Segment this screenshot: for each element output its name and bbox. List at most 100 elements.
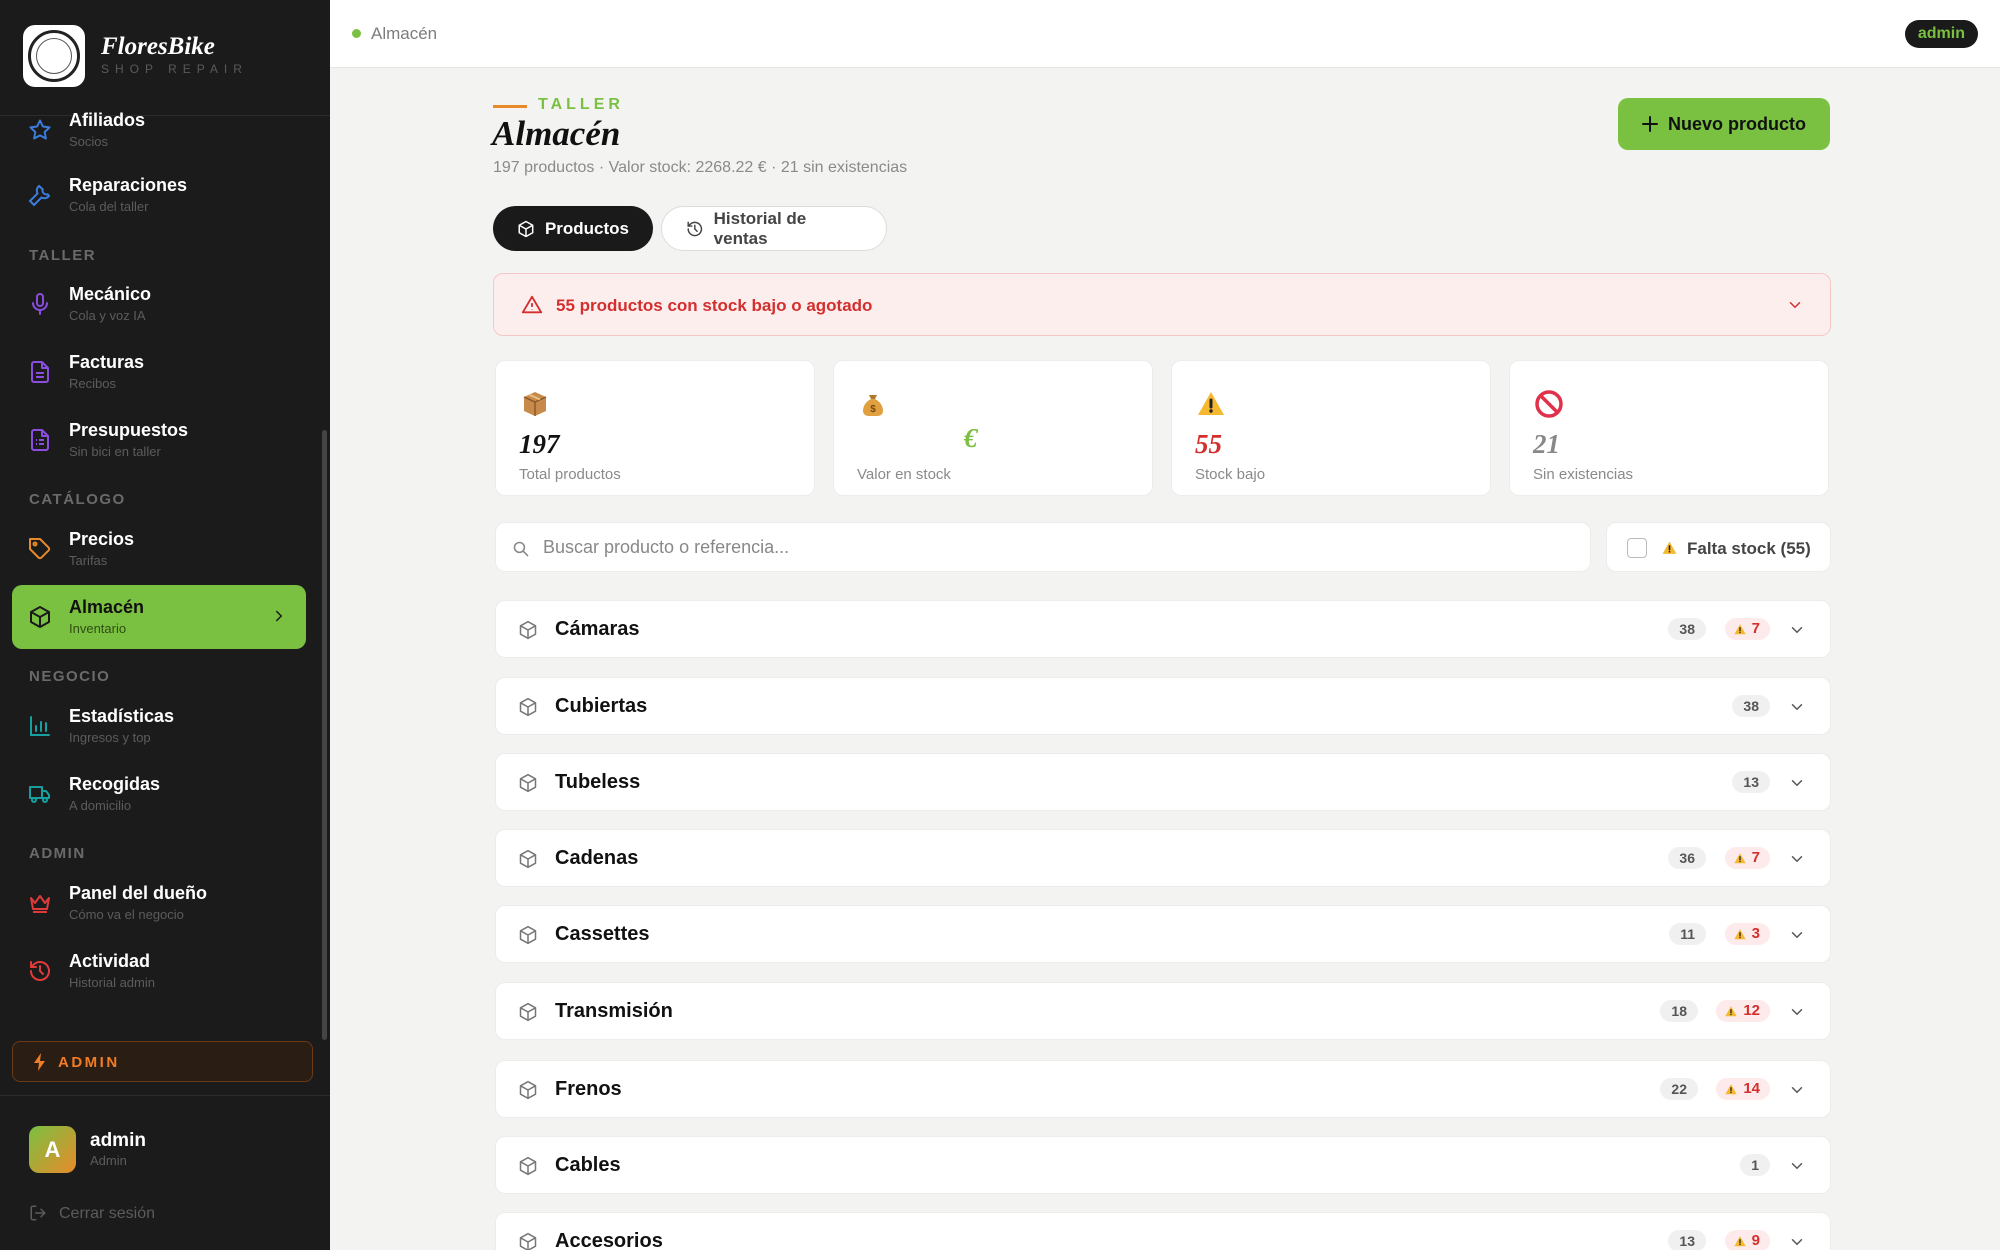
box-icon: [519, 620, 537, 640]
wrench-icon: [28, 184, 51, 207]
history-icon: [687, 221, 703, 236]
page-subtitle: 197 productos · Valor stock: 2268.22 € ·…: [493, 159, 908, 176]
brand-name: FloresBike: [101, 33, 215, 60]
low-stock-badge: 14: [1716, 1078, 1770, 1100]
sidebar-item-label: Afiliados: [69, 110, 146, 130]
stat-value: 197: [519, 429, 560, 459]
document-icon: [31, 361, 49, 383]
stat-label: Total productos: [519, 466, 621, 483]
category-row[interactable]: Cámaras 38 7: [495, 600, 1831, 658]
logout-button[interactable]: Cerrar sesión: [29, 1204, 155, 1223]
package-icon: [523, 392, 547, 416]
plus-icon: [1642, 116, 1658, 132]
chevron-down-icon: [1791, 932, 1803, 939]
sidebar-item-facturas[interactable]: Facturas Recibos: [12, 340, 306, 404]
low-stock-badge: 12: [1716, 1000, 1770, 1022]
sidebar-item-sub: Tarifas: [69, 553, 108, 568]
breadcrumb-status-dot: [352, 29, 361, 38]
stat-card-sin-existencias: 21 Sin existencias: [1509, 360, 1829, 496]
topbar: Almacén admin: [330, 0, 2000, 68]
category-row[interactable]: Cassettes 11 3: [495, 905, 1831, 963]
sidebar-item-label: Precios: [69, 529, 135, 549]
category-name: Cubiertas: [555, 695, 648, 717]
sidebar-item-label: Recogidas: [69, 774, 161, 794]
low-stock-count: 14: [1743, 1080, 1760, 1097]
category-name: Transmisión: [555, 1000, 673, 1022]
category-count-badge: 13: [1732, 771, 1770, 793]
section-label-catalogo: CATÁLOGO: [29, 491, 126, 508]
sidebar-item-sub: Socios: [69, 134, 109, 149]
category-count-badge: 38: [1668, 618, 1706, 640]
chevron-right-icon: [276, 610, 283, 622]
sidebar-item-afiliados[interactable]: Afiliados Socios: [12, 98, 306, 162]
sidebar-item-label: Presupuestos: [69, 420, 189, 440]
sidebar: FloresBike SHOP REPAIR Afiliados Socios …: [0, 0, 330, 1250]
sidebar-item-sub: Cola y voz IA: [69, 308, 146, 323]
logout-label: Cerrar sesión: [59, 1205, 156, 1222]
sidebar-item-almacen[interactable]: Almacén Inventario: [12, 585, 306, 649]
sidebar-item-label: Facturas: [69, 352, 145, 372]
low-stock-count: 7: [1751, 620, 1760, 637]
sidebar-item-label: Almacén: [69, 597, 145, 617]
sidebar-item-reparaciones[interactable]: Reparaciones Cola del taller: [12, 163, 306, 227]
section-label-taller: TALLER: [29, 247, 97, 264]
box-icon: [519, 925, 537, 945]
low-stock-badge: 9: [1724, 1230, 1770, 1250]
sidebar-item-precios[interactable]: Precios Tarifas: [12, 517, 306, 581]
sidebar-item-sub: Ingresos y top: [69, 730, 151, 745]
sidebar-scrollbar[interactable]: [322, 430, 327, 1040]
filter-label: Falta stock (55): [1687, 539, 1811, 558]
search-input[interactable]: [543, 523, 1573, 571]
search-icon: [513, 541, 529, 557]
missing-stock-filter[interactable]: Falta stock (55): [1606, 522, 1831, 572]
category-row[interactable]: Cadenas 36 7: [495, 829, 1831, 887]
category-row[interactable]: Cubiertas 38: [495, 677, 1831, 735]
category-count-badge: 38: [1732, 695, 1770, 717]
new-product-button[interactable]: Nuevo producto: [1618, 98, 1830, 150]
sidebar-item-actividad[interactable]: Actividad Historial admin: [12, 939, 306, 1003]
tag-icon: [29, 538, 51, 560]
chevron-down-icon: [1791, 1087, 1803, 1094]
breadcrumb: Almacén: [371, 24, 438, 43]
lightning-icon: [34, 1053, 45, 1071]
admin-badge-label: ADMIN: [58, 1054, 120, 1071]
sidebar-item-estadisticas[interactable]: Estadísticas Ingresos y top: [12, 694, 306, 758]
category-count-badge: 22: [1660, 1078, 1698, 1100]
box-icon: [519, 773, 537, 793]
category-row[interactable]: Transmisión 18 12: [495, 982, 1831, 1040]
category-name: Accesorios: [555, 1230, 663, 1250]
user-role: Admin: [90, 1153, 127, 1168]
category-row[interactable]: Frenos 22 14: [495, 1060, 1831, 1118]
sidebar-item-label: Panel del dueño: [69, 883, 208, 903]
low-stock-badge: 3: [1724, 923, 1770, 945]
low-stock-badge: 7: [1724, 847, 1770, 869]
sidebar-item-presupuestos[interactable]: Presupuestos Sin bici en taller: [12, 408, 306, 472]
category-row[interactable]: Tubeless 13: [495, 753, 1831, 811]
stat-card-valor: $ € Valor en stock: [833, 360, 1153, 496]
chevron-down-icon: [1791, 704, 1803, 711]
low-stock-alert[interactable]: 55 productos con stock bajo o agotado: [493, 273, 1831, 336]
user-badge[interactable]: admin: [1904, 20, 1978, 48]
box-icon: [519, 1156, 537, 1176]
category-count-badge: 1: [1740, 1154, 1770, 1176]
warning-icon: [1198, 392, 1224, 415]
box-icon: [518, 220, 534, 237]
alert-text: 55 productos con stock bajo o agotado: [556, 296, 873, 315]
tab-productos[interactable]: Productos: [493, 206, 653, 251]
missing-stock-checkbox[interactable]: [1627, 538, 1647, 558]
chevron-down-icon: [1789, 302, 1801, 309]
chevron-down-icon: [1791, 1009, 1803, 1016]
category-count-badge: 18: [1660, 1000, 1698, 1022]
category-row[interactable]: Accesorios 13 9: [495, 1212, 1831, 1250]
avatar[interactable]: A: [29, 1126, 76, 1173]
sidebar-item-label: Actividad: [69, 951, 151, 971]
sidebar-item-panel-dueno[interactable]: Panel del dueño Cómo va el negocio: [12, 871, 306, 935]
stat-value: 55: [1195, 429, 1222, 459]
sidebar-item-recogidas[interactable]: Recogidas A domicilio: [12, 762, 306, 826]
chevron-down-icon: [1791, 1163, 1803, 1170]
tab-historial-ventas[interactable]: Historial de ventas: [661, 206, 887, 251]
category-row[interactable]: Cables 1: [495, 1136, 1831, 1194]
category-count-badge: 36: [1668, 847, 1706, 869]
sidebar-item-mecanico[interactable]: Mecánico Cola y voz IA: [12, 272, 306, 336]
category-name: Frenos: [555, 1078, 622, 1100]
